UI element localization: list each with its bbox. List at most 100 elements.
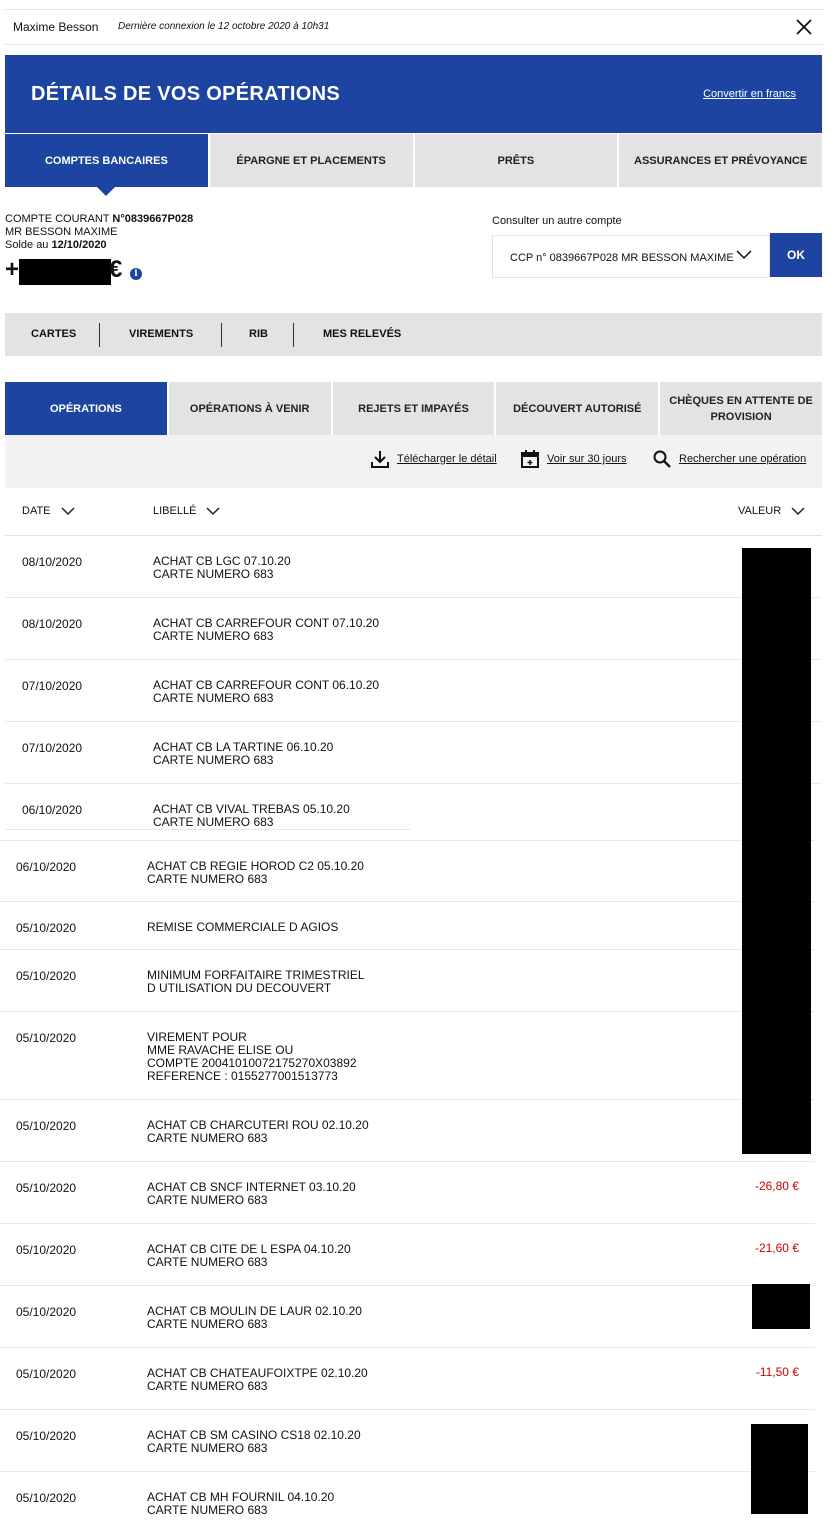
- row-date: 08/10/2020: [22, 555, 83, 569]
- redacted-value: [751, 1424, 808, 1514]
- tab-decouvert-autorise[interactable]: DÉCOUVERT AUTORISÉ: [494, 382, 659, 435]
- chevron-down-icon: [791, 506, 805, 515]
- account-holder: MR BESSON MAXIME: [5, 226, 118, 238]
- table-row[interactable]: 05/10/2020 ACHAT CB SM CASINO CS18 02.10…: [0, 1410, 815, 1472]
- table-row[interactable]: 05/10/2020 VIREMENT POUR MME RAVACHE ELIS…: [0, 1012, 815, 1100]
- table-row[interactable]: 05/10/2020 ACHAT CB MOULIN DE LAUR 02.10…: [0, 1286, 815, 1348]
- value-header-label: VALEUR: [738, 505, 782, 517]
- convert-francs-link[interactable]: Convertir en francs: [703, 88, 796, 100]
- row-date: 06/10/2020: [16, 860, 77, 874]
- sort-value-header[interactable]: VALEUR: [738, 505, 805, 517]
- table-row[interactable]: 07/10/2020 ACHAT CB CARREFOUR CONT 06.10…: [5, 660, 822, 722]
- table-row[interactable]: 05/10/2020 REMISE COMMERCIALE D AGIOS: [0, 902, 815, 950]
- chevron-down-icon: [61, 506, 75, 515]
- table-row[interactable]: 06/10/2020 ACHAT CB VIVAL TREBAS 05.10.2…: [5, 784, 410, 830]
- balance-sign: +: [5, 256, 20, 283]
- sort-date-header[interactable]: DATE: [22, 505, 75, 517]
- close-icon[interactable]: [795, 18, 813, 36]
- info-icon[interactable]: i: [130, 268, 142, 280]
- table-row[interactable]: 05/10/2020 ACHAT CB SNCF INTERNET 03.10.…: [0, 1162, 815, 1224]
- search-operation-link[interactable]: Rechercher une opération: [653, 450, 806, 468]
- row-value: -26,80 €: [754, 1179, 799, 1193]
- row-label: ACHAT CB VIVAL TREBAS 05.10.20 CARTE NUME…: [153, 802, 350, 829]
- account-info: COMPTE COURANT N°0839667P028 MR BESSON M…: [5, 213, 193, 252]
- row-label: ACHAT CB REGIE HOROD C2 05.10.20 CARTE NU…: [147, 859, 364, 886]
- row-value: -11,50 €: [755, 1365, 799, 1379]
- sub-nav: CARTES VIREMENTS RIB MES RELEVÉS: [5, 313, 822, 356]
- row-date: 08/10/2020: [22, 617, 83, 631]
- page-title: DÉTAILS DE VOS OPÉRATIONS: [31, 83, 341, 105]
- row-date: 05/10/2020: [16, 1181, 77, 1195]
- chevron-down-icon: [206, 506, 220, 515]
- account-select-value: CCP n° 0839667P028 MR BESSON MAXIME: [510, 252, 734, 264]
- row-label: MINIMUM FORFAITAIRE TRIMESTRIEL D UTILISA…: [147, 968, 365, 995]
- user-name: Maxime Besson: [13, 20, 99, 34]
- download-detail-link[interactable]: Télécharger le détail: [371, 450, 497, 468]
- operations-tabs: OPÉRATIONS OPÉRATIONS À VENIR REJETS ET …: [5, 382, 822, 444]
- view-30-days-link[interactable]: Voir sur 30 jours: [521, 450, 626, 468]
- table-row[interactable]: 08/10/2020 ACHAT CB CARREFOUR CONT 07.10…: [5, 598, 822, 660]
- calendar-icon: [521, 450, 539, 468]
- row-label: ACHAT CB CARREFOUR CONT 07.10.20 CARTE NU…: [153, 616, 380, 643]
- sort-label-header[interactable]: LIBELLÉ: [153, 505, 220, 517]
- search-operation-label: Rechercher une opération: [679, 453, 807, 465]
- account-number: N°0839667P028: [112, 213, 194, 225]
- view-30-days-label: Voir sur 30 jours: [547, 453, 627, 465]
- row-date: 05/10/2020: [16, 1305, 77, 1319]
- row-label: VIREMENT POUR MME RAVACHE ELISE OU COMPTE …: [147, 1030, 357, 1083]
- row-label: ACHAT CB LGC 07.10.20 CARTE NUMERO 683: [153, 554, 291, 581]
- row-date: 07/10/2020: [22, 679, 83, 693]
- search-icon: [653, 450, 671, 468]
- ok-button[interactable]: OK: [770, 233, 822, 277]
- row-date: 06/10/2020: [22, 803, 83, 817]
- table-row[interactable]: 05/10/2020 ACHAT CB CHARCUTERI ROU 02.10…: [0, 1100, 815, 1162]
- sub-nav-divider: [99, 323, 100, 347]
- table-row[interactable]: 08/10/2020 ACHAT CB LGC 07.10.20 CARTE NU…: [5, 536, 822, 598]
- row-label: ACHAT CB CARREFOUR CONT 06.10.20 CARTE NU…: [153, 678, 380, 705]
- tab-cheques-attente[interactable]: CHÈQUES EN ATTENTE DE PROVISION: [658, 382, 822, 435]
- label-header-label: LIBELLÉ: [153, 505, 197, 517]
- row-label: ACHAT CB MH FOURNIL 04.10.20 CARTE NUMERO…: [147, 1490, 335, 1517]
- tab-assurances[interactable]: ASSURANCES ET PRÉVOYANCE: [617, 134, 822, 187]
- table-row[interactable]: 05/10/2020 MINIMUM FORFAITAIRE TRIMESTRI…: [0, 950, 815, 1012]
- row-label: ACHAT CB CHARCUTERI ROU 02.10.20 CARTE NU…: [147, 1118, 369, 1145]
- row-label: ACHAT CB SM CASINO CS18 02.10.20 CARTE NU…: [147, 1428, 361, 1455]
- table-row[interactable]: 06/10/2020 ACHAT CB REGIE HOROD C2 05.10…: [0, 840, 815, 902]
- session-bar: Maxime Besson Dernière connexion le 12 o…: [5, 9, 823, 45]
- tab-operations-a-venir[interactable]: OPÉRATIONS À VENIR: [166, 382, 331, 435]
- table-row[interactable]: 07/10/2020 ACHAT CB LA TARTINE 06.10.20 C…: [5, 722, 822, 784]
- tab-rejets-impayes[interactable]: REJETS ET IMPAYÉS: [330, 382, 495, 435]
- page-banner: DÉTAILS DE VOS OPÉRATIONS Convertir en f…: [5, 55, 822, 133]
- balance-date: 12/10/2020: [51, 239, 107, 251]
- row-label: ACHAT CB LA TARTINE 06.10.20 CARTE NUMERO…: [153, 740, 334, 767]
- last-login: Dernière connexion le 12 octobre 2020 à …: [118, 21, 330, 32]
- tab-prets[interactable]: PRÊTS: [412, 134, 618, 187]
- row-value: -21,60 €: [754, 1241, 799, 1255]
- table-row[interactable]: 05/10/2020 ACHAT CB CITE DE L ESPA 04.10…: [0, 1224, 815, 1286]
- tab-operations[interactable]: OPÉRATIONS: [5, 382, 167, 444]
- sub-nav-releves[interactable]: MES RELEVÉS: [323, 313, 401, 356]
- row-date: 05/10/2020: [16, 921, 77, 935]
- row-date: 07/10/2020: [22, 741, 83, 755]
- date-header-label: DATE: [22, 505, 51, 517]
- row-date: 05/10/2020: [16, 969, 77, 983]
- row-date: 05/10/2020: [16, 1119, 77, 1133]
- sub-nav-rib[interactable]: RIB: [249, 313, 268, 356]
- table-row[interactable]: 05/10/2020 ACHAT CB CHATEAUFOIXTPE 02.10…: [0, 1348, 815, 1410]
- tab-comptes-bancaires[interactable]: COMPTES BANCAIRES: [5, 134, 208, 196]
- tab-epargne[interactable]: ÉPARGNE ET PLACEMENTS: [207, 134, 413, 187]
- other-account-label: Consulter un autre compte: [492, 215, 622, 227]
- account-select[interactable]: CCP n° 0839667P028 MR BESSON MAXIME: [492, 235, 770, 278]
- sub-nav-cartes[interactable]: CARTES: [31, 313, 76, 356]
- sub-nav-virements[interactable]: VIREMENTS: [129, 313, 193, 356]
- row-label: ACHAT CB CITE DE L ESPA 04.10.20 CARTE NU…: [147, 1242, 351, 1269]
- row-date: 05/10/2020: [16, 1243, 77, 1257]
- row-label: ACHAT CB SNCF INTERNET 03.10.20 CARTE NUM…: [147, 1180, 356, 1207]
- redacted-balance: [19, 259, 111, 285]
- sub-nav-divider: [221, 323, 222, 347]
- balance-currency: €: [109, 256, 123, 283]
- sub-nav-divider: [293, 323, 294, 347]
- row-date: 05/10/2020: [16, 1429, 77, 1443]
- table-row[interactable]: 05/10/2020 ACHAT CB MH FOURNIL 04.10.20 C…: [0, 1472, 815, 1534]
- main-tabs: COMPTES BANCAIRES ÉPARGNE ET PLACEMENTS …: [5, 134, 822, 196]
